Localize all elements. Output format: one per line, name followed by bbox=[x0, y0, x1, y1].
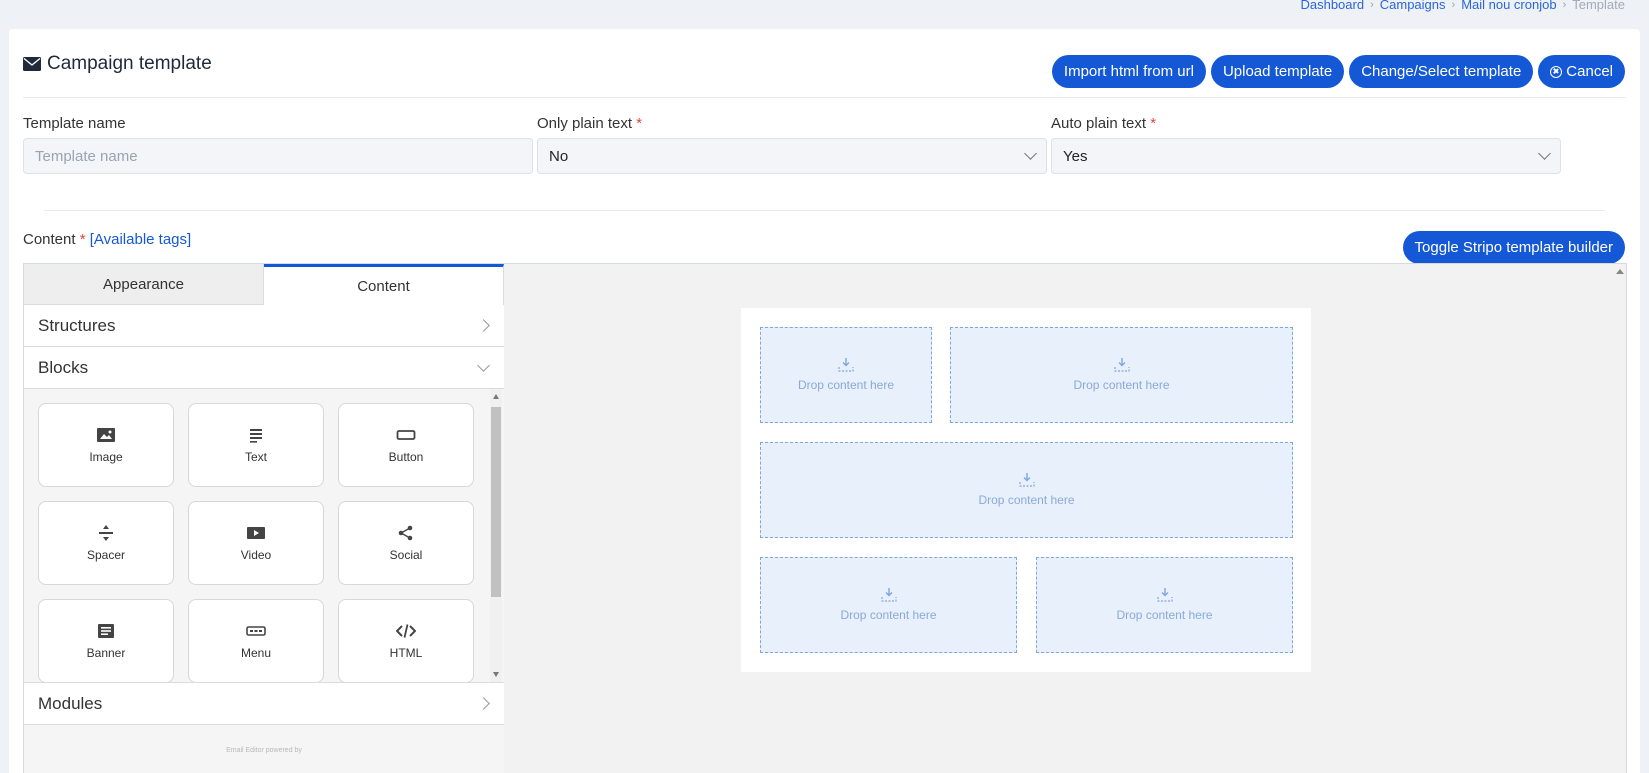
chevron-down-icon bbox=[477, 358, 490, 372]
drop-zone[interactable]: Drop content here bbox=[1036, 557, 1293, 653]
structures-section[interactable]: Structures bbox=[24, 305, 504, 347]
auto-plain-text-value: Yes bbox=[1063, 147, 1088, 165]
button-icon bbox=[396, 430, 416, 440]
block-button[interactable]: Button bbox=[338, 403, 474, 487]
email-editor: Appearance Content Structures Blocks Ima… bbox=[23, 263, 1627, 773]
blocks-scrollbar[interactable] bbox=[490, 389, 502, 682]
canvas-scrollbar[interactable] bbox=[1613, 264, 1626, 773]
tab-content[interactable]: Content bbox=[264, 264, 504, 305]
download-icon bbox=[1113, 358, 1130, 372]
breadcrumb-separator: › bbox=[1370, 0, 1374, 11]
auto-plain-text-select[interactable]: Yes bbox=[1051, 138, 1561, 174]
only-plain-text-select[interactable]: No bbox=[537, 138, 1047, 174]
divider bbox=[23, 97, 1626, 98]
breadcrumb-separator: › bbox=[1451, 0, 1456, 11]
scroll-up-icon[interactable] bbox=[1616, 269, 1624, 274]
change-template-button[interactable]: Change/Select template bbox=[1349, 55, 1534, 88]
campaign-template-card: Campaign template Import html from url U… bbox=[9, 29, 1640, 773]
drop-zone[interactable]: Drop content here bbox=[760, 442, 1293, 538]
content-label: Content * [Available tags] bbox=[23, 231, 192, 248]
drop-zone[interactable]: Drop content here bbox=[760, 557, 1017, 653]
cancel-label: Cancel bbox=[1566, 63, 1613, 80]
spacer-icon bbox=[99, 525, 113, 541]
share-icon bbox=[398, 525, 413, 541]
block-text[interactable]: Text bbox=[188, 403, 324, 487]
divider bbox=[44, 210, 1605, 211]
block-social[interactable]: Social bbox=[338, 501, 474, 585]
toggle-stripo-builder-button[interactable]: Toggle Stripo template builder bbox=[1402, 231, 1625, 264]
breadcrumb-campaign[interactable]: Mail nou cronjob bbox=[1461, 0, 1556, 12]
video-icon bbox=[247, 527, 265, 539]
blocks-section[interactable]: Blocks bbox=[24, 347, 504, 389]
upload-template-button[interactable]: Upload template bbox=[1210, 55, 1345, 88]
import-html-button[interactable]: Import html from url bbox=[1051, 55, 1206, 88]
code-icon bbox=[396, 624, 416, 638]
available-tags-link[interactable]: [Available tags] bbox=[90, 231, 191, 248]
breadcrumb-campaigns[interactable]: Campaigns bbox=[1380, 0, 1446, 12]
scroll-up-icon[interactable] bbox=[493, 394, 499, 399]
structures-label: Structures bbox=[38, 315, 116, 335]
blocks-label: Blocks bbox=[38, 357, 89, 377]
chevron-right-icon bbox=[477, 697, 490, 710]
template-name-label: Template name bbox=[23, 115, 126, 132]
chevron-right-icon bbox=[477, 319, 490, 332]
auto-plain-text-label: Auto plain text * bbox=[1051, 115, 1157, 132]
only-plain-text-value: No bbox=[549, 147, 569, 165]
page-title-container: Campaign template bbox=[23, 53, 212, 75]
only-plain-text-label: Only plain text * bbox=[537, 115, 643, 132]
header-actions: Import html from url Upload template Cha… bbox=[1051, 55, 1625, 88]
text-icon bbox=[250, 429, 262, 443]
block-spacer[interactable]: Spacer bbox=[38, 501, 174, 585]
block-html[interactable]: HTML bbox=[338, 599, 474, 682]
only-plain-text-field: Only plain text * No bbox=[537, 115, 1047, 174]
template-name-field: Template name Template name bbox=[23, 115, 533, 174]
email-canvas: Drop content here Drop content here Drop… bbox=[532, 264, 1626, 773]
block-image[interactable]: Image bbox=[38, 403, 174, 487]
breadcrumb-dashboard[interactable]: Dashboard bbox=[1300, 0, 1364, 12]
breadcrumb-separator: › bbox=[1562, 0, 1567, 11]
block-video[interactable]: Video bbox=[188, 501, 324, 585]
scroll-thumb[interactable] bbox=[491, 407, 501, 597]
editor-side-panel: Appearance Content Structures Blocks Ima… bbox=[24, 264, 504, 773]
modules-section[interactable]: Modules bbox=[24, 683, 504, 725]
block-banner[interactable]: Banner bbox=[38, 599, 174, 682]
close-circle-icon bbox=[1550, 65, 1563, 78]
block-menu[interactable]: Menu bbox=[188, 599, 324, 682]
template-name-input[interactable]: Template name bbox=[23, 138, 533, 174]
banner-icon bbox=[98, 624, 114, 638]
breadcrumb: Dashboard › Campaigns › Mail nou cronjob… bbox=[1300, 0, 1625, 12]
email-body: Drop content here Drop content here Drop… bbox=[741, 308, 1311, 672]
chevron-down-icon bbox=[1024, 147, 1037, 160]
editor-tabs: Appearance Content bbox=[24, 264, 504, 305]
image-icon bbox=[97, 428, 115, 442]
powered-by-note: Email Editor powered by bbox=[226, 747, 302, 754]
breadcrumb-current: Template bbox=[1572, 0, 1625, 12]
cancel-button[interactable]: Cancel bbox=[1538, 55, 1625, 88]
download-icon bbox=[1018, 473, 1035, 487]
tab-appearance[interactable]: Appearance bbox=[24, 264, 264, 305]
envelope-icon bbox=[23, 57, 41, 71]
download-icon bbox=[880, 588, 897, 602]
download-icon bbox=[838, 358, 854, 372]
chevron-down-icon bbox=[1538, 147, 1551, 160]
menu-icon bbox=[246, 626, 266, 636]
blocks-list: Image Text Button Spacer Video Social Ba… bbox=[24, 389, 504, 683]
drop-zone[interactable]: Drop content here bbox=[760, 327, 932, 423]
page-title: Campaign template bbox=[47, 53, 212, 74]
download-icon bbox=[1156, 588, 1173, 602]
scroll-down-icon[interactable] bbox=[493, 672, 499, 677]
auto-plain-text-field: Auto plain text * Yes bbox=[1051, 115, 1561, 174]
modules-label: Modules bbox=[38, 693, 103, 713]
drop-zone[interactable]: Drop content here bbox=[950, 327, 1293, 423]
